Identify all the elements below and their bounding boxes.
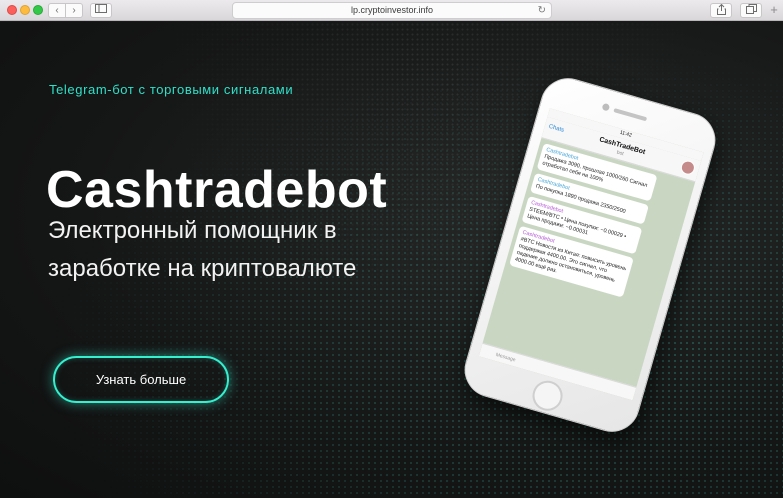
tabs-icon (745, 4, 757, 14)
hero-subtitle-line: заработке на криптовалюте (48, 255, 357, 282)
share-button[interactable] (710, 3, 732, 18)
home-button (529, 377, 567, 415)
sidebar-icon (95, 4, 107, 13)
url-text: lp.cryptoinvestor.info (350, 5, 434, 15)
hero-tagline: Telegram-бот с торговыми сигналами (49, 82, 294, 97)
close-window-button[interactable] (7, 5, 17, 15)
show-tabs-button[interactable] (740, 3, 762, 18)
landing-page: Telegram-бот с торговыми сигналами Casht… (0, 22, 783, 498)
zoom-window-button[interactable] (33, 5, 43, 15)
chevron-right-icon: › (72, 5, 76, 16)
hero-brand-title: Cashtradebot (46, 161, 388, 219)
forward-button[interactable]: › (65, 3, 83, 18)
share-icon (716, 3, 726, 15)
minimize-window-button[interactable] (20, 5, 30, 15)
speaker-grille (613, 108, 648, 122)
sidebar-button[interactable] (90, 3, 112, 18)
back-button[interactable]: ‹ (48, 3, 66, 18)
browser-toolbar: ‹ › lp.cryptoinvestor.info ↻ + (0, 0, 783, 21)
camera-icon (601, 102, 611, 112)
hero-subtitle-line: Электронный помощник в (48, 217, 337, 244)
chevron-left-icon: ‹ (55, 5, 59, 16)
learn-more-button[interactable]: Узнать больше (53, 356, 229, 403)
new-tab-button[interactable]: + (766, 3, 782, 18)
hero-subtitle: Электронный помощник в заработке на крип… (48, 212, 428, 288)
address-bar[interactable]: lp.cryptoinvestor.info ↻ (232, 2, 552, 19)
reload-icon[interactable]: ↻ (538, 3, 546, 18)
